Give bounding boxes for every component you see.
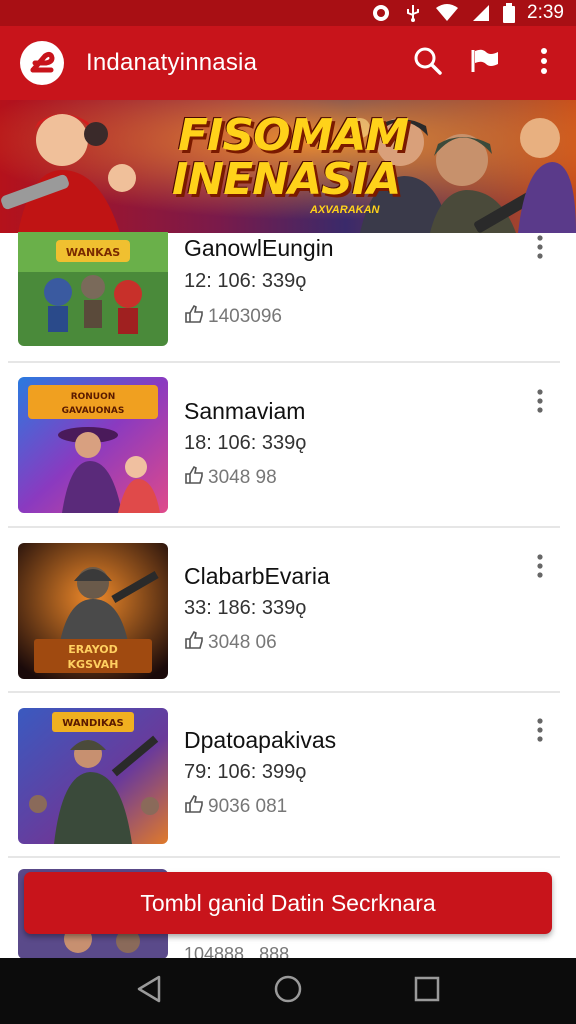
item-likes: 3048 98 <box>184 465 277 491</box>
item-title: ClabarbEvaria <box>184 563 330 589</box>
item-title: GanowlEungin <box>184 235 334 261</box>
item-meta: 12: 106: 339ǫ <box>184 270 307 292</box>
flag-button[interactable] <box>468 45 504 81</box>
list-item[interactable]: RONUON GAVAUONAS Sanmaviam 18: 106: 339ǫ… <box>0 376 576 541</box>
game-thumbnail: WANKAS <box>18 232 168 346</box>
thumbs-up-icon <box>184 630 204 656</box>
svg-text:KGSVAH: KGSVAH <box>68 658 119 671</box>
thumbs-up-icon <box>184 304 204 330</box>
item-meta: 33: 186: 339ǫ <box>184 597 307 619</box>
list-item[interactable]: WANDIKAS Dpatoapakivas 79: 106: 399ǫ 903… <box>0 705 576 870</box>
svg-text:GAVAUONAS: GAVAUONAS <box>62 406 125 416</box>
svg-text:WANDIKAS: WANDIKAS <box>62 718 123 729</box>
wifi-icon <box>435 3 459 23</box>
item-title: Dpatoapakivas <box>184 727 337 753</box>
recents-icon <box>413 975 441 1008</box>
cta-button[interactable]: Tombl ganid Datin Secrknara <box>24 872 552 934</box>
game-thumbnail: WANDIKAS <box>18 708 168 844</box>
item-more-button[interactable] <box>527 232 553 266</box>
list-divider <box>8 856 560 858</box>
list-divider <box>8 526 560 528</box>
item-likes: 9036 081 <box>184 794 287 820</box>
item-meta: 79: 106: 399ǫ <box>184 761 307 783</box>
item-likes: 1403096 <box>184 304 282 330</box>
back-icon <box>135 974 163 1009</box>
item-more-button[interactable] <box>527 386 553 420</box>
screen: 2:39 Indanatyinnasia FISOMAM INENASIA AX… <box>0 0 576 1024</box>
svg-text:ERAYOD: ERAYOD <box>68 643 118 656</box>
item-likes-count: 3048 06 <box>208 632 277 653</box>
flag-icon <box>470 46 502 81</box>
item-meta: 18: 106: 339ǫ <box>184 432 307 454</box>
list-divider <box>8 691 560 693</box>
more-vert-icon <box>540 47 548 80</box>
home-icon <box>273 974 303 1009</box>
svg-text:RONUON: RONUON <box>71 392 116 402</box>
app-bar: Indanatyinnasia <box>0 26 576 100</box>
thumbs-up-icon <box>184 794 204 820</box>
item-likes-count: 1403096 <box>208 306 282 327</box>
banner-title-line1: FISOMAM <box>178 110 409 161</box>
more-vert-icon <box>537 717 543 747</box>
search-icon <box>413 46 443 81</box>
system-nav-bar <box>0 958 576 1024</box>
status-time: 2:39 <box>527 2 564 23</box>
banner-title-line2: INENASIA <box>172 154 401 205</box>
app-title: Indanatyinnasia <box>86 49 258 76</box>
item-likes: 3048 06 <box>184 630 277 656</box>
item-likes-count: 9036 081 <box>208 796 288 817</box>
thumbs-up-icon <box>184 465 204 491</box>
more-vert-icon <box>537 553 543 583</box>
overflow-menu-button[interactable] <box>526 45 562 81</box>
item-title: Sanmaviam <box>184 398 306 424</box>
app-logo <box>20 41 64 85</box>
more-vert-icon <box>537 388 543 418</box>
battery-icon <box>503 3 516 23</box>
list-item[interactable]: WANKAS GanowlEungin 12: 106: 339ǫ 140309… <box>0 232 576 397</box>
item-more-button[interactable] <box>527 551 553 585</box>
nav-recents-button[interactable] <box>403 967 451 1015</box>
svg-text:WANKAS: WANKAS <box>66 246 120 259</box>
list-item[interactable]: ERAYOD KGSVAH ClabarbEvaria 33: 186: 339… <box>0 541 576 706</box>
nav-home-button[interactable] <box>264 967 312 1015</box>
search-button[interactable] <box>410 45 446 81</box>
usb-icon <box>403 3 423 23</box>
promo-banner[interactable]: FISOMAM INENASIA AXVARAKAN <box>0 100 576 233</box>
banner-subtitle: AXVARAKAN <box>310 204 380 216</box>
nav-back-button[interactable] <box>125 967 173 1015</box>
banner-title: FISOMAM INENASIA <box>172 110 409 202</box>
notification-icon <box>371 3 391 23</box>
more-vert-icon <box>537 234 543 264</box>
signal-icon <box>471 3 491 23</box>
status-bar: 2:39 <box>0 0 576 26</box>
item-more-button[interactable] <box>527 715 553 749</box>
item-likes-count: 3048 98 <box>208 467 277 488</box>
game-thumbnail: ERAYOD KGSVAH <box>18 543 168 679</box>
game-thumbnail: RONUON GAVAUONAS <box>18 377 168 513</box>
list-divider <box>8 361 560 363</box>
